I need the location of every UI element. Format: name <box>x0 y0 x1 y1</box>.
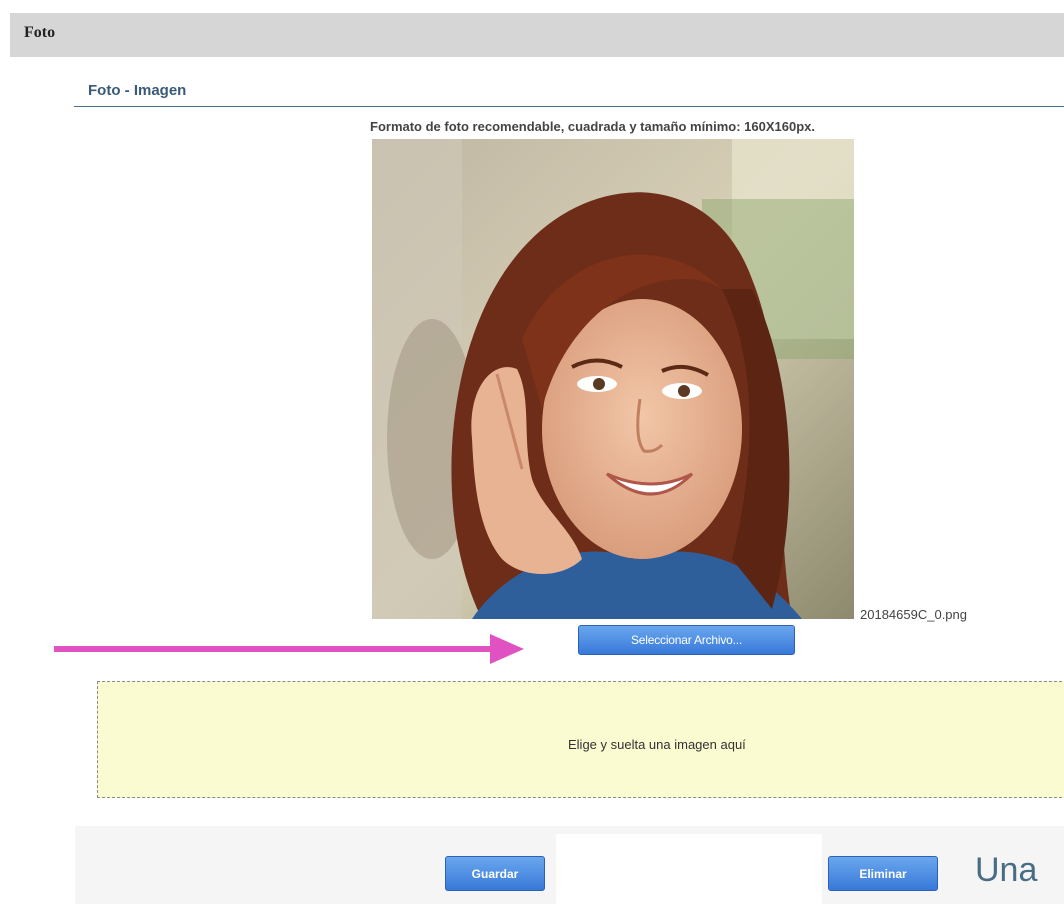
save-button[interactable]: Guardar <box>445 856 545 891</box>
actions-bar-gap <box>556 834 822 904</box>
pink-arrow-annotation <box>54 634 524 664</box>
select-file-button[interactable]: Seleccionar Archivo... <box>578 625 795 655</box>
profile-photo <box>372 139 854 619</box>
photo-format-hint: Formato de foto recomendable, cuadrada y… <box>370 119 816 134</box>
section-header <box>10 13 1064 57</box>
caption-text: Una <box>975 851 1038 889</box>
section-title: Foto <box>24 24 56 41</box>
subtitle-divider <box>74 106 1064 107</box>
photo-subtitle: Foto - Imagen <box>88 82 187 99</box>
file-name: 20184659C_0.png <box>860 607 967 622</box>
delete-button[interactable]: Eliminar <box>828 856 938 891</box>
dropzone-label: Elige y suelta una imagen aquí <box>568 737 746 752</box>
